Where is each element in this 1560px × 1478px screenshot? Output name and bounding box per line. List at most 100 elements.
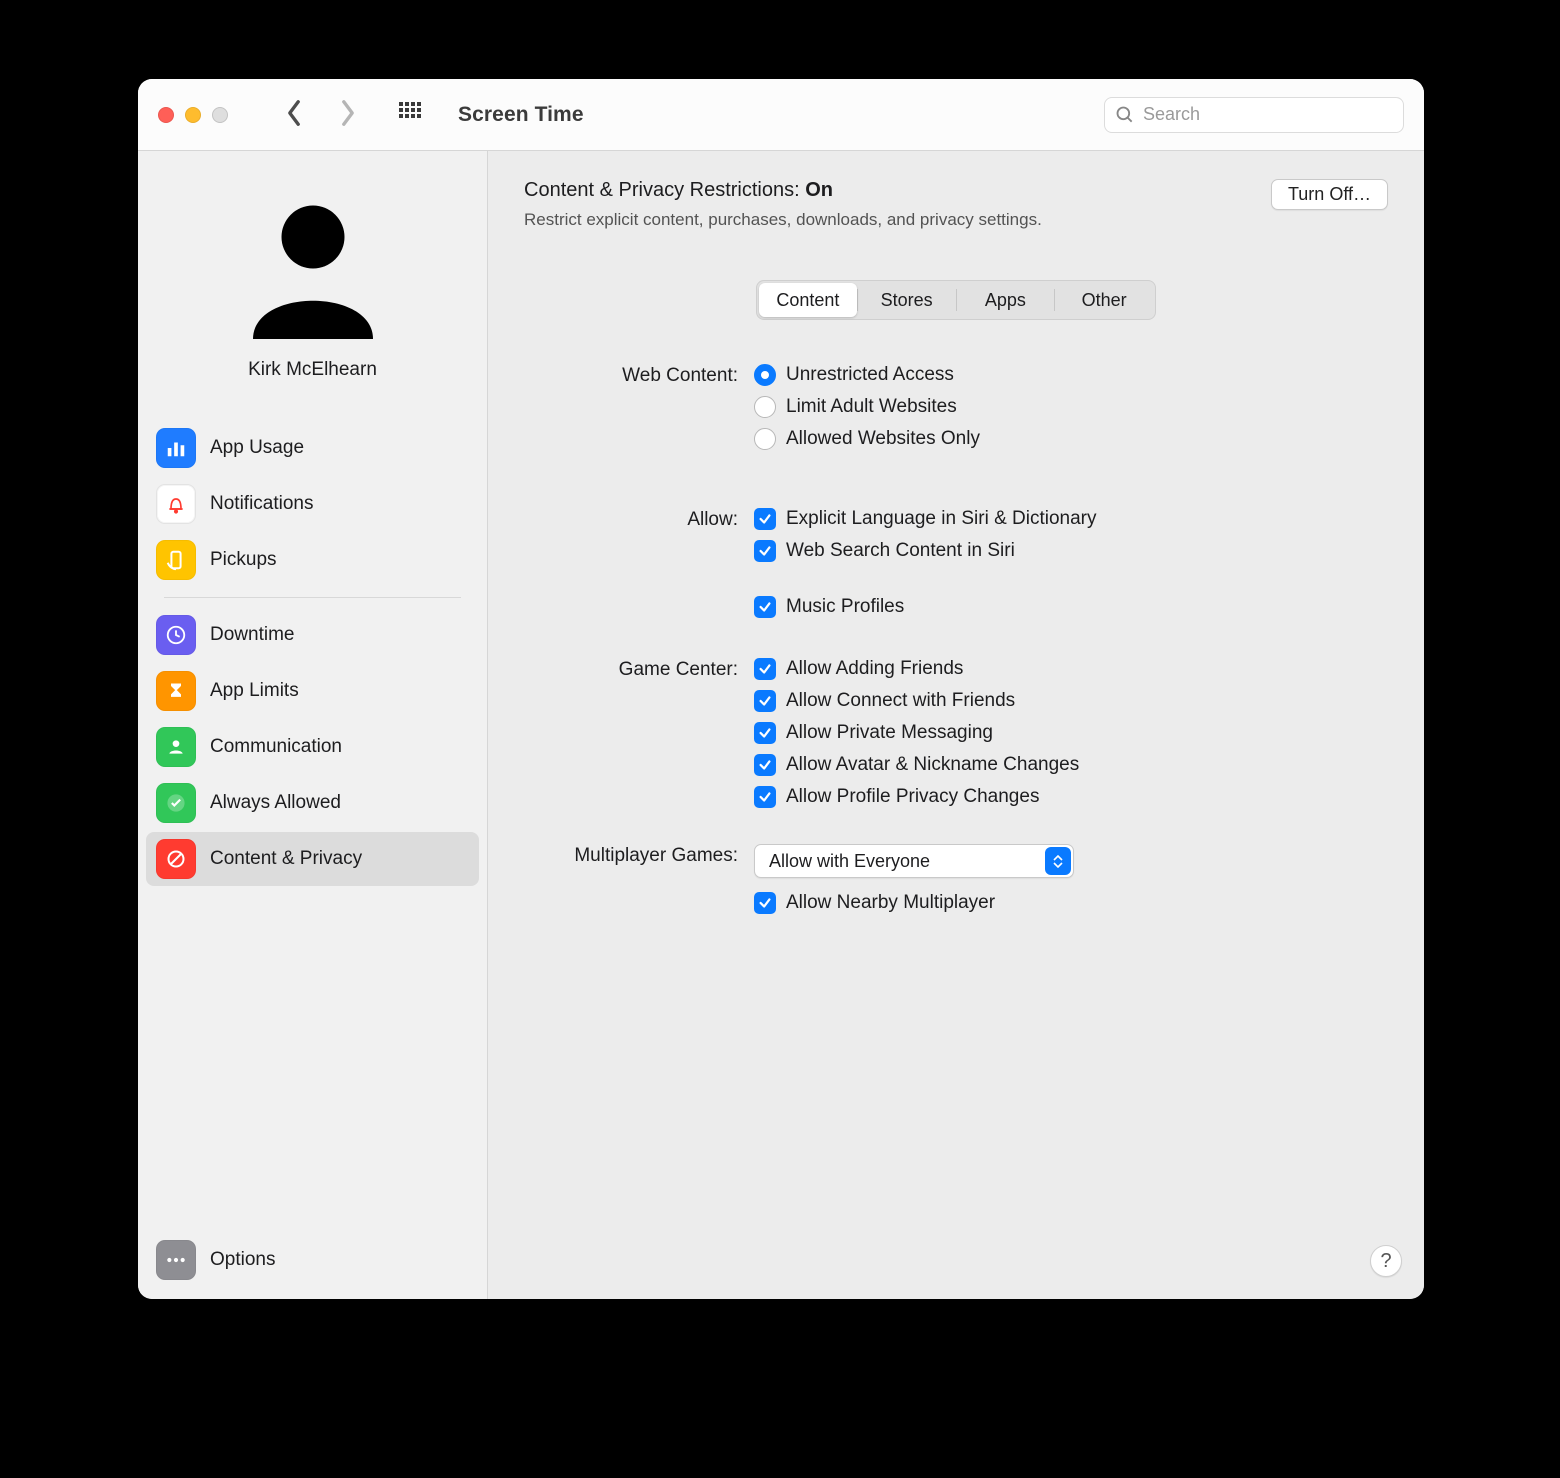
check-avatar-nickname[interactable]: Allow Avatar & Nickname Changes [754, 754, 1388, 776]
forward-button [338, 99, 358, 130]
sidebar-item-label: Options [210, 1249, 275, 1271]
sidebar-item-app-limits[interactable]: App Limits [146, 664, 479, 718]
sidebar-item-label: Always Allowed [210, 792, 341, 814]
header-title-prefix: Content & Privacy Restrictions: [524, 179, 805, 201]
checkbox-label: Allow Nearby Multiplayer [786, 892, 995, 914]
header-subtitle: Restrict explicit content, purchases, do… [524, 210, 1251, 230]
check-explicit-language[interactable]: Explicit Language in Siri & Dictionary [754, 508, 1388, 530]
multiplayer-select[interactable]: Allow with Everyone [754, 844, 1074, 878]
check-private-messaging[interactable]: Allow Private Messaging [754, 722, 1388, 744]
content-pane: Content & Privacy Restrictions: On Restr… [488, 151, 1424, 1299]
checkbox-icon [754, 892, 776, 914]
checkbox-icon [754, 596, 776, 618]
traffic-lights [158, 107, 228, 123]
checkbox-label: Allow Adding Friends [786, 658, 963, 680]
web-content-label: Web Content: [524, 364, 754, 387]
hourglass-icon [166, 681, 186, 701]
profile: Kirk McElhearn [138, 189, 487, 381]
sidebar-item-label: Notifications [210, 493, 314, 515]
sidebar-item-communication[interactable]: Communication [146, 720, 479, 774]
checkbox-icon [754, 658, 776, 680]
checkmark-icon [166, 793, 186, 813]
sidebar: Kirk McElhearn App Usage Notifications [138, 151, 488, 1299]
sidebar-item-label: Communication [210, 736, 342, 758]
radio-label: Unrestricted Access [786, 364, 954, 386]
check-profile-privacy[interactable]: Allow Profile Privacy Changes [754, 786, 1388, 808]
clock-icon [165, 624, 187, 646]
sidebar-item-label: Downtime [210, 624, 294, 646]
checkbox-label: Allow Avatar & Nickname Changes [786, 754, 1079, 776]
nav-buttons [284, 99, 358, 130]
sidebar-item-notifications[interactable]: Notifications [146, 477, 479, 531]
all-preferences-icon[interactable] [398, 101, 422, 128]
select-value: Allow with Everyone [769, 851, 930, 872]
no-entry-icon [166, 849, 186, 869]
window-title: Screen Time [458, 103, 584, 127]
checkbox-label: Music Profiles [786, 596, 904, 618]
radio-label: Allowed Websites Only [786, 428, 980, 450]
checkbox-label: Web Search Content in Siri [786, 540, 1015, 562]
header-title: Content & Privacy Restrictions: On [524, 179, 1251, 202]
sidebar-item-downtime[interactable]: Downtime [146, 608, 479, 662]
radio-icon [754, 428, 776, 450]
back-button[interactable] [284, 99, 304, 130]
check-allow-adding-friends[interactable]: Allow Adding Friends [754, 658, 1388, 680]
header-status: On [805, 179, 833, 201]
radio-limit-adult[interactable]: Limit Adult Websites [754, 396, 1388, 418]
radio-allowed-only[interactable]: Allowed Websites Only [754, 428, 1388, 450]
avatar-icon [238, 189, 388, 339]
checkbox-icon [754, 722, 776, 744]
search-field[interactable] [1104, 97, 1404, 133]
radio-icon [754, 396, 776, 418]
person-icon [166, 737, 186, 757]
help-label: ? [1380, 1250, 1391, 1273]
hand-phone-icon [165, 549, 187, 571]
chevron-up-down-icon [1045, 847, 1071, 875]
radio-unrestricted-access[interactable]: Unrestricted Access [754, 364, 1388, 386]
tab-apps[interactable]: Apps [957, 283, 1055, 317]
profile-name: Kirk McElhearn [248, 359, 377, 381]
radio-label: Limit Adult Websites [786, 396, 957, 418]
sidebar-divider [164, 597, 461, 598]
check-web-search-siri[interactable]: Web Search Content in Siri [754, 540, 1388, 562]
check-nearby-multiplayer[interactable]: Allow Nearby Multiplayer [754, 892, 1388, 914]
sidebar-item-always-allowed[interactable]: Always Allowed [146, 776, 479, 830]
tab-other[interactable]: Other [1055, 283, 1153, 317]
checkbox-icon [754, 540, 776, 562]
checkbox-label: Allow Private Messaging [786, 722, 993, 744]
game-center-label: Game Center: [524, 658, 754, 681]
ellipsis-icon [166, 1256, 186, 1264]
checkbox-icon [754, 754, 776, 776]
sidebar-item-pickups[interactable]: Pickups [146, 533, 479, 587]
sidebar-item-label: Content & Privacy [210, 848, 362, 870]
allow-label: Allow: [524, 508, 754, 531]
bell-icon [166, 494, 186, 514]
sidebar-item-content-privacy[interactable]: Content & Privacy [146, 832, 479, 886]
turn-off-button[interactable]: Turn Off… [1271, 179, 1388, 210]
checkbox-icon [754, 690, 776, 712]
toolbar: Screen Time [138, 79, 1424, 151]
tab-stores[interactable]: Stores [858, 283, 956, 317]
check-connect-friends[interactable]: Allow Connect with Friends [754, 690, 1388, 712]
search-input[interactable] [1143, 104, 1393, 125]
checkbox-label: Explicit Language in Siri & Dictionary [786, 508, 1097, 530]
zoom-window-icon [212, 107, 228, 123]
close-window-icon[interactable] [158, 107, 174, 123]
tab-content[interactable]: Content [759, 283, 857, 317]
multiplayer-label: Multiplayer Games: [524, 844, 754, 867]
help-button[interactable]: ? [1370, 1245, 1402, 1277]
sidebar-item-label: App Usage [210, 437, 304, 459]
checkbox-icon [754, 786, 776, 808]
bar-chart-icon [165, 437, 187, 459]
search-icon [1115, 105, 1135, 125]
sidebar-item-label: Pickups [210, 549, 277, 571]
sidebar-item-app-usage[interactable]: App Usage [146, 421, 479, 475]
sidebar-item-label: App Limits [210, 680, 299, 702]
segmented-tabs: Content Stores Apps Other [756, 280, 1156, 320]
check-music-profiles[interactable]: Music Profiles [754, 596, 1388, 618]
checkbox-icon [754, 508, 776, 530]
minimize-window-icon[interactable] [185, 107, 201, 123]
sidebar-item-options[interactable]: Options [146, 1233, 479, 1287]
checkbox-label: Allow Connect with Friends [786, 690, 1015, 712]
screen-time-window: Screen Time Kirk McElhearn App U [138, 79, 1424, 1299]
